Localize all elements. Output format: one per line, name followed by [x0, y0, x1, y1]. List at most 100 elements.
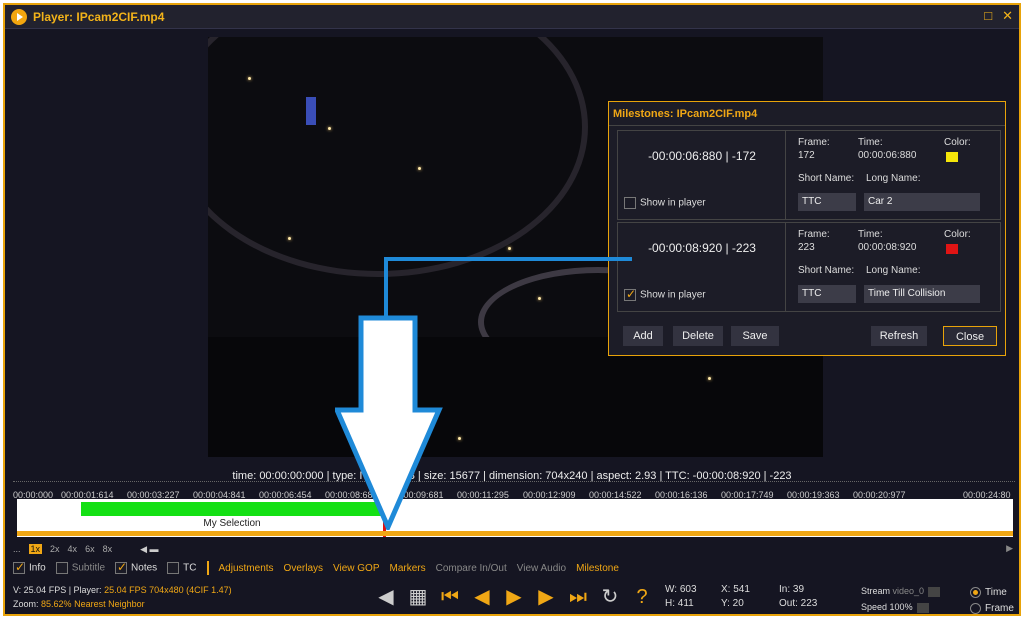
short-name-field[interactable]: TTC — [798, 285, 856, 303]
skip-start-icon[interactable]: ⏮ — [439, 587, 461, 607]
help-icon[interactable]: ? — [631, 587, 653, 607]
speed-8x[interactable]: 8x — [103, 544, 113, 554]
view-audio-button[interactable]: View Audio — [517, 563, 566, 574]
milestone-row[interactable]: -00:00:06:880 | -172 Show in player Fram… — [617, 130, 1001, 220]
milestones-dialog: Milestones: IPcam2CIF.mp4 -00:00:06:880 … — [608, 101, 1006, 356]
mode-frame-label: Frame — [985, 603, 1014, 614]
speed-select[interactable]: 100% — [890, 602, 913, 612]
show-in-player-label: Show in player — [640, 197, 706, 209]
short-name-field[interactable]: TTC — [798, 193, 856, 211]
resolution-info: 704x480 (4CIF 1.47) — [149, 585, 232, 595]
info-toggle[interactable]: Info — [13, 560, 46, 574]
notes-toggle[interactable]: Notes — [115, 560, 157, 574]
delete-button[interactable]: Delete — [673, 326, 723, 346]
frame-label: Frame: — [798, 137, 830, 148]
frame-value: 223 — [798, 242, 815, 253]
player-toolbar: Info Subtitle Notes TC Adjustments Overl… — [13, 560, 619, 576]
down-arrow-icon — [335, 315, 443, 530]
mode-frame-radio[interactable]: Frame — [970, 601, 1014, 614]
time-label: Time: — [858, 137, 883, 148]
milestone-button[interactable]: Milestone — [576, 563, 619, 574]
long-name-field[interactable]: Car 2 — [864, 193, 980, 211]
stream-select[interactable]: video_0 — [893, 586, 925, 596]
chevron-down-icon[interactable] — [928, 586, 941, 597]
radio-dot[interactable] — [970, 586, 981, 598]
grid-icon[interactable]: ▦ — [407, 587, 429, 607]
long-name-label: Long Name: — [866, 173, 921, 184]
subtitle-label: Subtitle — [71, 562, 106, 574]
tc-checkbox[interactable] — [167, 562, 180, 574]
radio-dot[interactable] — [970, 602, 981, 614]
tc-label: TC — [183, 562, 197, 574]
display-mode: Time Frame — [970, 585, 1014, 614]
selection-stats: W: 603 X: 541 In: 39 H: 411 Y: 20 Out: 2… — [665, 583, 839, 611]
close-icon[interactable]: ✕ — [1002, 8, 1013, 24]
step-back-icon[interactable]: ◀ — [471, 587, 493, 607]
speed-2x[interactable]: 2x — [50, 544, 60, 554]
close-button[interactable]: Close — [943, 326, 997, 346]
markers-button[interactable]: Markers — [390, 563, 426, 574]
speed-4x[interactable]: 4x — [68, 544, 78, 554]
show-in-player-checkbox[interactable] — [624, 197, 636, 209]
stat-in: In: 39 — [779, 584, 805, 595]
title-bar: Player: IPcam2CIF.mp4 □ ✕ — [5, 5, 1019, 29]
maximize-icon[interactable]: □ — [984, 8, 992, 24]
speed-more[interactable]: ... — [13, 544, 21, 554]
speed-selector: ... 1x 2x 4x 6x 8x ◀ ▬ — [13, 542, 159, 556]
info-checkbox[interactable] — [13, 560, 25, 574]
player-window: Player: IPcam2CIF.mp4 □ ✕ time: 00:00:00… — [3, 3, 1021, 616]
refresh-button[interactable]: Refresh — [871, 326, 927, 346]
frame-label: Frame: — [798, 229, 830, 240]
scroll-left-icon[interactable]: ◀ ▬ — [140, 544, 158, 555]
zoom-label: Zoom: — [13, 599, 39, 609]
color-label: Color: — [944, 137, 971, 148]
milestone-time: -00:00:06:880 | -172 — [648, 149, 756, 163]
add-button[interactable]: Add — [623, 326, 663, 346]
adjustments-button[interactable]: Adjustments — [219, 563, 274, 574]
long-name-field[interactable]: Time Till Collision — [864, 285, 980, 303]
fps-label: V: 25.04 FPS | Player: — [13, 585, 102, 595]
speed-6x[interactable]: 6x — [85, 544, 95, 554]
view-gop-button[interactable]: View GOP — [333, 563, 380, 574]
show-in-player-label: Show in player — [640, 289, 706, 301]
callout-line — [384, 257, 388, 321]
subtitle-toggle[interactable]: Subtitle — [55, 562, 106, 574]
status-info: V: 25.04 FPS | Player: 25.04 FPS 704x480… — [13, 583, 232, 611]
milestone-row[interactable]: -00:00:08:920 | -223 Show in player Fram… — [617, 222, 1001, 312]
subtitle-checkbox[interactable] — [55, 562, 68, 574]
frame-value: 172 — [798, 150, 815, 161]
long-name-label: Long Name: — [866, 265, 921, 276]
zoom-value: 85.62% — [41, 599, 72, 609]
scaling-mode: Nearest Neighbor — [74, 599, 145, 609]
skip-end-icon[interactable]: ⏭ — [567, 587, 589, 607]
save-button[interactable]: Save — [731, 326, 779, 346]
volume-icon[interactable]: ◀ — [375, 587, 397, 607]
stream-settings: Stream video_0 Speed 100% — [861, 583, 941, 614]
timeline-progress-bar[interactable] — [17, 531, 1013, 536]
tc-toggle[interactable]: TC — [167, 562, 197, 574]
color-label: Color: — [944, 229, 971, 240]
chevron-down-icon[interactable] — [916, 602, 929, 613]
loop-icon[interactable]: ↻ — [599, 587, 621, 607]
compare-in-out-button[interactable]: Compare In/Out — [436, 563, 507, 574]
speed-1x[interactable]: 1x — [28, 544, 43, 554]
notes-checkbox[interactable] — [115, 560, 127, 574]
mode-time-label: Time — [985, 587, 1007, 598]
toolbar-divider — [206, 561, 209, 575]
stat-out: Out: 223 — [779, 598, 818, 609]
mode-time-radio[interactable]: Time — [970, 585, 1014, 601]
color-swatch[interactable] — [946, 152, 958, 162]
play-icon[interactable]: ▶ — [503, 587, 525, 607]
show-in-player-checkbox[interactable] — [624, 287, 636, 301]
window-title: Player: IPcam2CIF.mp4 — [33, 9, 165, 24]
color-swatch[interactable] — [946, 244, 958, 254]
overlays-button[interactable]: Overlays — [284, 563, 323, 574]
scroll-right-icon[interactable]: ▶ — [1006, 543, 1013, 554]
stat-y: Y: 20 — [721, 598, 744, 609]
milestones-title: Milestones: IPcam2CIF.mp4 — [609, 102, 1005, 126]
stat-w: W: 603 — [665, 584, 697, 595]
step-forward-icon[interactable]: ▶ — [535, 587, 557, 607]
stat-h: H: 411 — [665, 598, 694, 609]
playback-controls: ◀ ▦ ⏮ ◀ ▶ ▶ ⏭ ↻ ? — [375, 587, 653, 607]
speed-label: Speed — [861, 602, 888, 612]
